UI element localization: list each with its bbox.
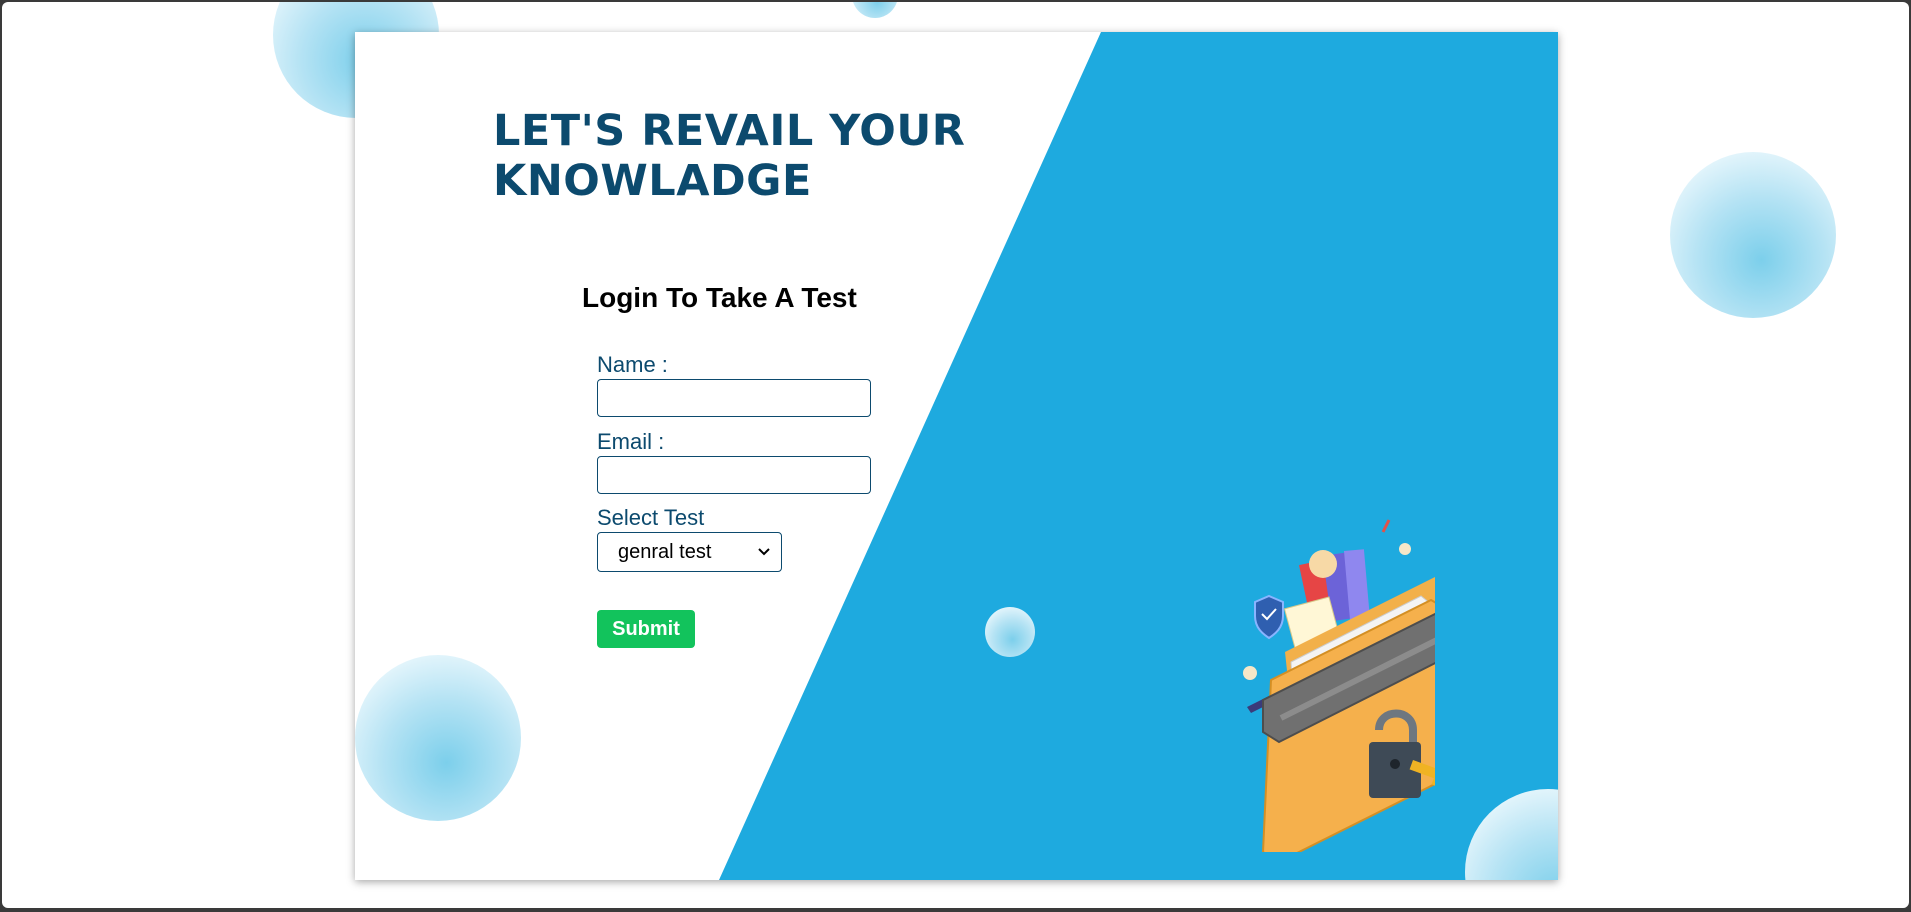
decorative-bubble [852, 2, 898, 18]
headline-line-2: KNOWLADGE [493, 156, 812, 206]
test-select[interactable]: genral test [597, 532, 782, 572]
submit-button[interactable]: Submit [597, 610, 695, 648]
browser-viewport: LET'S REVAIL YOUR KNOWLADGE Login To Tak… [2, 2, 1909, 908]
locked-folder-with-key-icon [1243, 519, 1435, 852]
decorative-bubble [985, 607, 1035, 657]
decorative-bubble [355, 655, 521, 821]
name-input[interactable] [597, 379, 871, 417]
login-card: LET'S REVAIL YOUR KNOWLADGE Login To Tak… [355, 32, 1558, 880]
page-headline: LET'S REVAIL YOUR KNOWLADGE [493, 106, 1053, 206]
select-test-label: Select Test [597, 505, 705, 530]
email-label: Email : [597, 429, 665, 454]
test-select-value: genral test [618, 540, 712, 563]
chevron-down-icon [758, 548, 770, 556]
headline-line-1: LET'S REVAIL YOUR [493, 106, 966, 156]
email-input[interactable] [597, 456, 871, 494]
decorative-bubble [1670, 152, 1836, 318]
form-title: Login To Take A Test [582, 282, 857, 313]
name-label: Name : [597, 352, 668, 377]
